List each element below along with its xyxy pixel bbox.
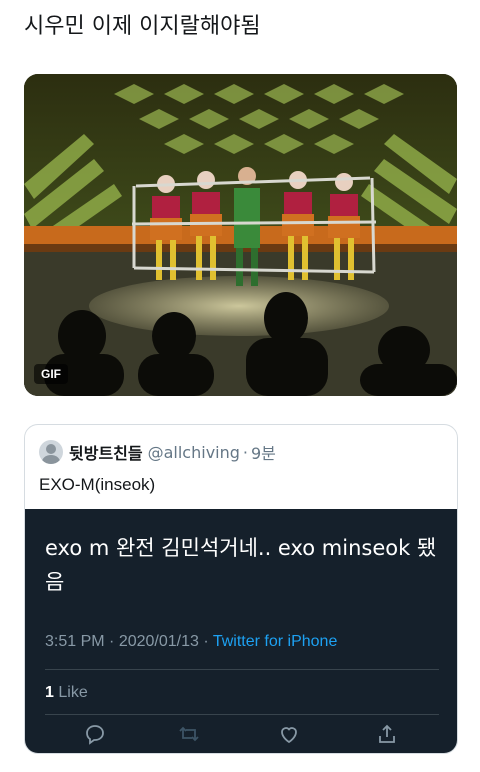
quoted-time[interactable]: 9분 bbox=[251, 440, 276, 464]
quoted-tweet-text: EXO-M(inseok) bbox=[39, 475, 156, 494]
divider bbox=[45, 669, 439, 670]
gif-badge: GIF bbox=[34, 364, 68, 384]
embedded-source[interactable]: Twitter for iPhone bbox=[213, 633, 338, 650]
embedded-tweet-text: exo m 완전 김민석거네.. exo minseok 됐음 bbox=[45, 536, 437, 594]
like-count-number: 1 bbox=[45, 684, 54, 701]
like-count-label: Like bbox=[58, 684, 88, 701]
retweet-icon[interactable] bbox=[177, 722, 201, 746]
avatar[interactable] bbox=[39, 440, 63, 464]
embedded-tweet-meta: 3:51 PM · 2020/01/13 · Twitter for iPhon… bbox=[45, 633, 338, 650]
embedded-date: 2020/01/13 bbox=[118, 633, 199, 650]
embedded-time: 3:51 PM bbox=[45, 633, 105, 650]
gif-media[interactable]: GIF bbox=[24, 74, 457, 396]
share-icon[interactable] bbox=[375, 722, 399, 746]
tweet-text: 시우민 이제 이지랄해야됨 bbox=[24, 14, 261, 39]
separator-dot: · bbox=[242, 442, 248, 462]
quoted-tweet-header: 뒷방트친들 @allchiving · 9분 bbox=[39, 439, 276, 465]
quoted-handle[interactable]: @allchiving bbox=[148, 443, 240, 462]
quoted-display-name[interactable]: 뒷방트친들 bbox=[69, 440, 143, 464]
tweet-actions bbox=[25, 722, 457, 748]
like-count[interactable]: 1 Like bbox=[45, 684, 88, 702]
divider bbox=[45, 714, 439, 715]
quoted-tweet[interactable]: 뒷방트친들 @allchiving · 9분 EXO-M(inseok) exo… bbox=[24, 424, 458, 754]
embedded-dark-tweet: exo m 완전 김민석거네.. exo minseok 됐음 3:51 PM … bbox=[25, 509, 457, 753]
gif-frame-stage-scene bbox=[24, 74, 457, 396]
heart-icon[interactable] bbox=[277, 722, 301, 746]
reply-icon[interactable] bbox=[83, 722, 107, 746]
